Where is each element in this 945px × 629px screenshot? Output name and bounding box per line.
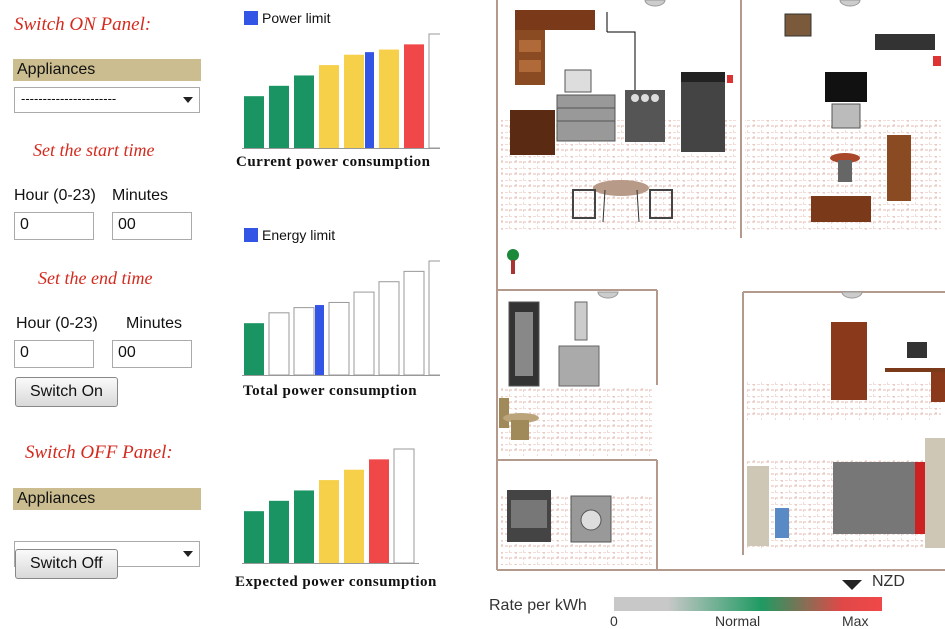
current-power-chart <box>242 33 440 149</box>
limit-marker <box>365 52 374 148</box>
bar-3 <box>319 480 339 563</box>
bar-5 <box>378 281 400 376</box>
bar-1 <box>269 85 289 148</box>
power-limit-legend-label: Power limit <box>262 9 331 26</box>
energy-limit-legend-label: Energy limit <box>262 226 336 243</box>
energy-limit-legend: Energy limit <box>244 226 335 244</box>
start-minutes-input[interactable]: 00 <box>112 212 192 240</box>
start-hour-input[interactable]: 0 <box>14 212 94 240</box>
switch-off-appliances-label: Appliances <box>13 488 201 510</box>
bar-0 <box>244 323 264 375</box>
bar-4 <box>344 469 364 563</box>
expected-power-caption: Expected power consumption <box>235 574 437 590</box>
bar-2 <box>293 307 315 376</box>
rate-per-kwh-label: Rate per kWh <box>489 597 587 614</box>
switch-on-appliance-value: ---------------------- <box>21 91 117 106</box>
bar-3 <box>328 301 350 376</box>
bar-6 <box>404 44 424 149</box>
switch-on-panel-title: Switch ON Panel: <box>14 14 152 35</box>
total-power-chart <box>242 260 440 376</box>
bar-0 <box>244 511 264 563</box>
bar-5 <box>369 459 389 563</box>
bar-6 <box>403 270 425 376</box>
bar-6 <box>393 448 415 564</box>
bar-2 <box>294 490 314 563</box>
bar-5 <box>379 49 399 148</box>
start-minutes-label: Minutes <box>112 187 169 204</box>
bar-1 <box>269 500 289 563</box>
total-power-caption: Total power consumption <box>243 383 418 399</box>
bar-7 <box>428 260 440 376</box>
switch-on-button[interactable]: Switch On <box>15 377 118 407</box>
switch-off-panel-title: Switch OFF Panel: <box>25 442 173 463</box>
start-time-title: Set the start time <box>33 140 155 160</box>
end-minutes-input[interactable]: 00 <box>112 340 192 368</box>
rate-tick-min: 0 <box>610 613 618 629</box>
rate-tick-normal: Normal <box>715 613 761 629</box>
bar-4 <box>353 291 375 376</box>
bar-7 <box>428 33 440 149</box>
bar-2 <box>294 75 314 148</box>
switch-on-appliances-label: Appliances <box>13 59 201 81</box>
rate-pointer-icon <box>842 580 862 590</box>
switch-on-appliance-select[interactable]: ---------------------- <box>14 87 200 113</box>
current-power-caption: Current power consumption <box>236 154 431 170</box>
chevron-down-icon <box>183 97 193 103</box>
energy-limit-swatch <box>244 227 258 242</box>
house-floor-plan <box>495 0 945 575</box>
rate-gradient-bar <box>614 597 882 611</box>
bar-3 <box>319 65 339 148</box>
bar-4 <box>344 54 364 148</box>
chevron-down-icon <box>183 551 193 557</box>
power-limit-legend: Power limit <box>244 9 330 27</box>
expected-power-chart <box>242 448 419 564</box>
currency-label: NZD <box>872 573 905 590</box>
limit-marker <box>315 305 324 375</box>
end-hour-input[interactable]: 0 <box>14 340 94 368</box>
bar-0 <box>244 96 264 148</box>
end-time-title: Set the end time <box>38 268 153 288</box>
end-minutes-label: Minutes <box>126 315 183 332</box>
switch-off-button[interactable]: Switch Off <box>15 549 118 579</box>
bar-1 <box>268 312 290 376</box>
rate-tick-max: Max <box>842 613 869 629</box>
end-hour-label: Hour (0-23) <box>16 315 98 332</box>
power-limit-swatch <box>244 10 258 25</box>
start-hour-label: Hour (0-23) <box>14 187 96 204</box>
